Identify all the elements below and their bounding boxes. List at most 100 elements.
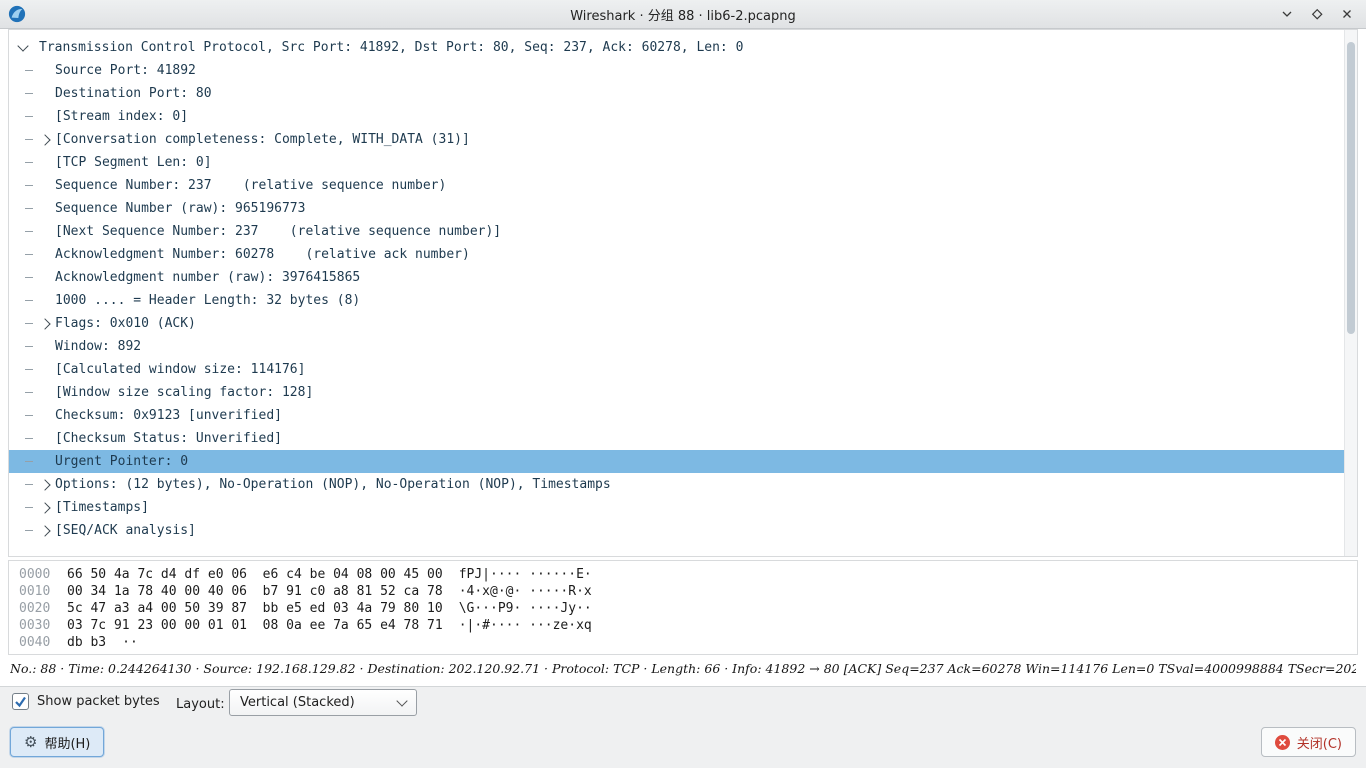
chevron-slot — [37, 408, 53, 424]
layout-select[interactable]: Vertical (Stacked) — [229, 689, 417, 716]
collapse-chevron-icon[interactable] — [17, 40, 28, 51]
branch-tick — [25, 415, 33, 416]
branch-tick — [25, 70, 33, 71]
branch-tick — [25, 208, 33, 209]
expand-chevron-icon[interactable] — [39, 502, 50, 513]
tree-item[interactable]: 1000 .... = Header Length: 32 bytes (8) — [9, 289, 1345, 312]
tree-item[interactable]: [Conversation completeness: Complete, WI… — [9, 128, 1345, 151]
hex-offset: 0030 — [9, 618, 59, 633]
branch-tick — [25, 254, 33, 255]
wireshark-logo-icon — [8, 5, 26, 23]
minimize-icon[interactable] — [1280, 7, 1294, 21]
packet-summary-line: No.: 88 · Time: 0.244264130 · Source: 19… — [10, 661, 1356, 681]
chevron-slot — [37, 132, 53, 148]
tree-item[interactable]: Flags: 0x010 (ACK) — [9, 312, 1345, 335]
tree-item-label: 1000 .... = Header Length: 32 bytes (8) — [55, 293, 360, 308]
branch-tick — [25, 530, 33, 531]
hex-ascii: ·4·x@·@· ·····R·x — [459, 584, 592, 599]
branch-tick — [25, 116, 33, 117]
wireshark-packet-dialog: Wireshark · 分组 88 · lib6-2.pcapng Transm… — [0, 0, 1366, 768]
tree-item[interactable]: Options: (12 bytes), No-Operation (NOP),… — [9, 473, 1345, 496]
chevron-slot — [37, 454, 53, 470]
hex-offset: 0040 — [9, 635, 59, 650]
vertical-scrollbar[interactable] — [1344, 30, 1357, 556]
chevron-slot — [37, 178, 53, 194]
tree-item-label: [Conversation completeness: Complete, WI… — [55, 132, 470, 147]
expand-chevron-icon[interactable] — [39, 318, 50, 329]
tree-item-label: [Calculated window size: 114176] — [55, 362, 305, 377]
tree-item[interactable]: Acknowledgment number (raw): 3976415865 — [9, 266, 1345, 289]
layout-label: Layout: — [176, 697, 225, 712]
expand-chevron-icon[interactable] — [39, 134, 50, 145]
branch-tick — [25, 369, 33, 370]
tree-item-label: Destination Port: 80 — [55, 86, 212, 101]
maximize-icon[interactable] — [1310, 7, 1324, 21]
hex-row[interactable]: 0010 00 34 1a 78 40 00 40 06 b7 91 c0 a8 … — [9, 583, 1357, 600]
hex-ascii: \G···P9· ····Jy·· — [459, 601, 592, 616]
packet-bytes-pane[interactable]: 000066 50 4a 7c d4 df e0 06 e6 c4 be 04 … — [8, 560, 1358, 655]
chevron-slot — [37, 86, 53, 102]
hex-bytes: 03 7c 91 23 00 00 01 01 08 0a ee 7a 65 e… — [67, 618, 443, 633]
hex-bytes: 00 34 1a 78 40 00 40 06 b7 91 c0 a8 81 5… — [67, 584, 443, 599]
tree-item-label: Flags: 0x010 (ACK) — [55, 316, 196, 331]
tree-item[interactable]: Window: 892 — [9, 335, 1345, 358]
expand-chevron-icon[interactable] — [39, 479, 50, 490]
tree-item[interactable]: [Window size scaling factor: 128] — [9, 381, 1345, 404]
hex-row[interactable]: 00205c 47 a3 a4 00 50 39 87 bb e5 ed 03 … — [9, 600, 1357, 617]
chevron-slot — [37, 247, 53, 263]
tree-item[interactable]: [Timestamps] — [9, 496, 1345, 519]
hex-row[interactable]: 000066 50 4a 7c d4 df e0 06 e6 c4 be 04 … — [9, 566, 1357, 583]
branch-tick — [25, 277, 33, 278]
hex-bytes: 66 50 4a 7c d4 df e0 06 e6 c4 be 04 08 0… — [67, 567, 443, 582]
tree-item[interactable]: Checksum: 0x9123 [unverified] — [9, 404, 1345, 427]
branch-tick — [25, 323, 33, 324]
tree-item[interactable]: [TCP Segment Len: 0] — [9, 151, 1345, 174]
tree-item[interactable]: [Next Sequence Number: 237 (relative seq… — [9, 220, 1345, 243]
scrollbar-thumb[interactable] — [1347, 42, 1355, 334]
dialog-footer: Show packet bytes Layout: Vertical (Stac… — [0, 686, 1366, 768]
protocol-tree-children: Source Port: 41892 Destination Port: 80 [S… — [9, 59, 1345, 542]
hex-row[interactable]: 0040db b3·· — [9, 634, 1357, 651]
tree-item[interactable]: [Stream index: 0] — [9, 105, 1345, 128]
tree-item[interactable]: Sequence Number (raw): 965196773 — [9, 197, 1345, 220]
branch-tick — [25, 93, 33, 94]
help-button[interactable]: ⚙ 帮助(H) — [10, 727, 104, 757]
show-packet-bytes-label: Show packet bytes — [37, 694, 160, 709]
hex-ascii: fPJ|···· ······E· — [459, 567, 592, 582]
tree-item[interactable]: Source Port: 41892 — [9, 59, 1345, 82]
window-title: Wireshark · 分组 88 · lib6-2.pcapng — [570, 5, 796, 24]
tree-item-label: Acknowledgment Number: 60278 (relative a… — [55, 247, 470, 262]
expand-chevron-icon[interactable] — [39, 525, 50, 536]
tree-item[interactable]: Acknowledgment Number: 60278 (relative a… — [9, 243, 1345, 266]
chevron-slot — [37, 201, 53, 217]
tree-item[interactable]: [Calculated window size: 114176] — [9, 358, 1345, 381]
title-bar[interactable]: Wireshark · 分组 88 · lib6-2.pcapng — [0, 0, 1366, 29]
hex-row[interactable]: 0030 03 7c 91 23 00 00 01 01 08 0a ee 7a … — [9, 617, 1357, 634]
tree-item[interactable]: Destination Port: 80 — [9, 82, 1345, 105]
chevron-slot — [37, 63, 53, 79]
tree-root-item[interactable]: Transmission Control Protocol, Src Port:… — [9, 36, 1345, 59]
tree-item[interactable]: [Checksum Status: Unverified] — [9, 427, 1345, 450]
tree-item-label: [SEQ/ACK analysis] — [55, 523, 196, 538]
tree-item-label: Checksum: 0x9123 [unverified] — [55, 408, 282, 423]
tree-item-label: Sequence Number: 237 (relative sequence … — [55, 178, 446, 193]
chevron-slot — [37, 523, 53, 539]
layout-selected-value: Vertical (Stacked) — [240, 695, 355, 710]
packet-detail-pane[interactable]: Transmission Control Protocol, Src Port:… — [8, 29, 1358, 557]
close-button[interactable]: 关闭(C) — [1261, 727, 1356, 757]
show-packet-bytes-checkbox[interactable]: Show packet bytes — [12, 693, 160, 710]
tree-item[interactable]: Urgent Pointer: 0 — [9, 450, 1345, 473]
chevron-slot — [37, 270, 53, 286]
branch-tick — [25, 484, 33, 485]
chevron-slot — [37, 293, 53, 309]
checkbox-check-icon[interactable] — [12, 693, 29, 710]
tree-item-label: Options: (12 bytes), No-Operation (NOP),… — [55, 477, 611, 492]
hex-offset: 0010 — [9, 584, 59, 599]
tree-item-label: [Window size scaling factor: 128] — [55, 385, 313, 400]
tree-item[interactable]: Sequence Number: 237 (relative sequence … — [9, 174, 1345, 197]
help-icon: ⚙ — [24, 735, 37, 750]
close-icon[interactable] — [1340, 7, 1354, 21]
branch-tick — [25, 185, 33, 186]
tree-item[interactable]: [SEQ/ACK analysis] — [9, 519, 1345, 542]
chevron-slot — [37, 431, 53, 447]
